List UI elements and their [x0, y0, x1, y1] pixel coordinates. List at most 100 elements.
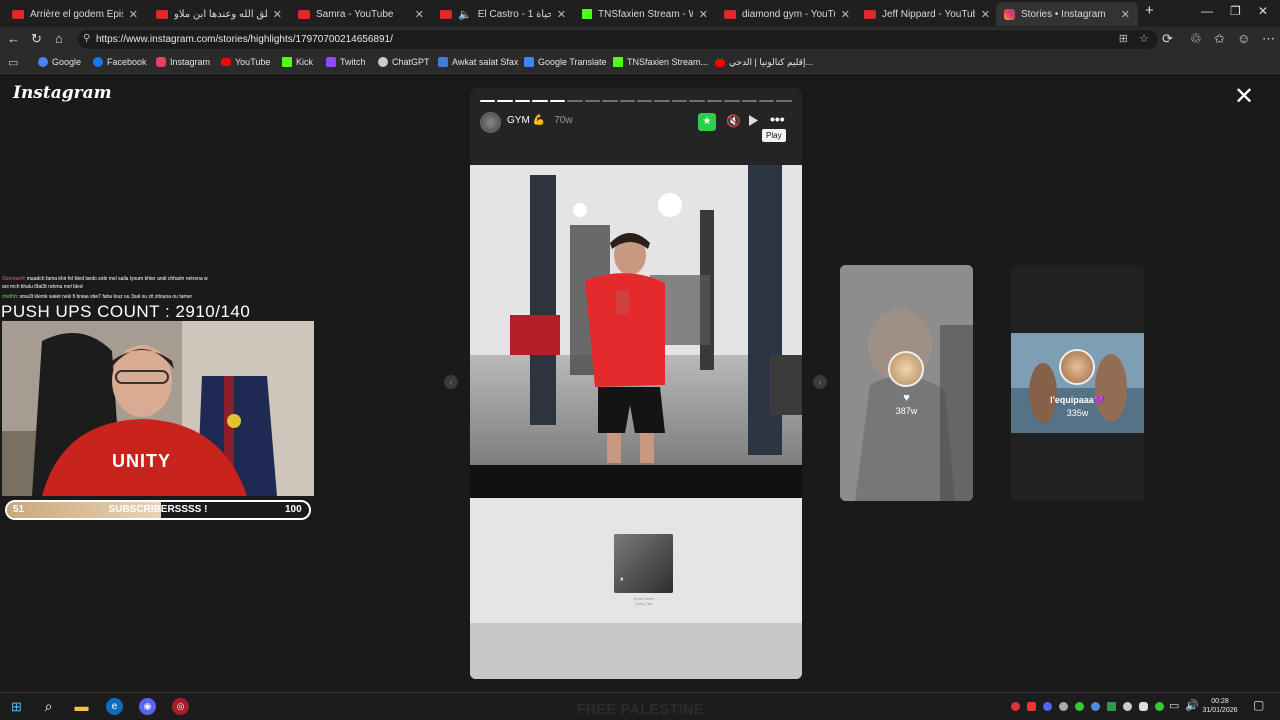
- tray-app-icon[interactable]: [1155, 702, 1164, 711]
- tray-app-icon[interactable]: [1123, 702, 1132, 711]
- more-menu-icon[interactable]: ⋯: [1262, 32, 1275, 46]
- bookmark-tnsfaxien[interactable]: TNSfaxien Stream...: [613, 57, 708, 67]
- story-age: 70w: [554, 115, 573, 126]
- favorite-star-icon[interactable]: ☆: [1139, 32, 1149, 45]
- browser-tab-active[interactable]: Stories • Instagram ✕: [996, 2, 1138, 26]
- kick-icon: [282, 57, 292, 67]
- progress-segment: [497, 100, 513, 102]
- tab-actions-icon[interactable]: ▭: [8, 56, 18, 69]
- close-tab-icon[interactable]: ✕: [981, 8, 990, 21]
- browser-tab[interactable]: أطيب خلق الله وعندها أبن ملاو ✕: [148, 2, 290, 26]
- pause-icon[interactable]: ⏸: [620, 576, 624, 584]
- close-window-icon[interactable]: ✕: [1258, 4, 1268, 18]
- new-tab-button[interactable]: +: [1145, 2, 1154, 19]
- tab-title: TNSfaxien Stream - Watch Li: [598, 8, 693, 20]
- progress-segment: [567, 100, 583, 102]
- chat-message: chelhb: sma3t klemk walet neki fi bniaa …: [2, 293, 262, 301]
- avatar: [1059, 349, 1095, 385]
- speaker-icon[interactable]: 🔈: [458, 8, 472, 21]
- bookmark-instagram[interactable]: Instagram: [156, 57, 210, 67]
- network-icon[interactable]: ▭: [1169, 699, 1179, 712]
- close-tab-icon[interactable]: ✕: [415, 8, 424, 21]
- back-icon[interactable]: ←: [7, 32, 20, 46]
- play-icon[interactable]: [749, 115, 758, 126]
- bookmark-awkat-salat[interactable]: Awkat salat Sfax: [438, 57, 518, 67]
- restore-icon[interactable]: ❐: [1230, 4, 1241, 18]
- story-username[interactable]: GYM: [507, 115, 530, 126]
- tray-app-icon[interactable]: [1059, 702, 1068, 711]
- next-story-preview[interactable]: ♥ 387w: [840, 265, 973, 501]
- file-explorer-icon[interactable]: ▬: [73, 698, 90, 715]
- bookmark-youtube[interactable]: YouTube: [221, 57, 270, 67]
- bookmark-label: إقليم كتالونيا | الدحي...: [729, 57, 813, 67]
- profile-icon[interactable]: ☺: [1237, 32, 1250, 46]
- close-tab-icon[interactable]: ✕: [841, 8, 850, 21]
- more-options-icon[interactable]: •••: [770, 111, 785, 127]
- music-sticker[interactable]: ⏸: [614, 534, 673, 593]
- bookmark-catalonia[interactable]: إقليم كتالونيا | الدحي...: [715, 57, 813, 68]
- tray-app-icon[interactable]: [1107, 702, 1116, 711]
- next-story-preview[interactable]: l'equipaaa💜 335w: [1011, 265, 1144, 501]
- home-icon[interactable]: ⌂: [55, 32, 63, 46]
- site-info-icon[interactable]: ⚲: [83, 33, 90, 44]
- chat-user: chelhb: [2, 294, 17, 300]
- browser-tab[interactable]: Arrière el godem Épisode 05 ✕: [4, 2, 146, 26]
- close-tab-icon[interactable]: ✕: [699, 8, 708, 21]
- chat-text: : sma3t klemk walet neki fi bniaa sbe7 f…: [16, 294, 193, 300]
- notifications-icon[interactable]: ▢: [1253, 698, 1264, 712]
- url-field[interactable]: ⚲ https://www.instagram.com/stories/high…: [78, 30, 1158, 49]
- bookmark-label: Instagram: [170, 57, 211, 67]
- story-user[interactable]: GYM 💪 70w: [507, 115, 573, 126]
- windows-start-icon[interactable]: ⊞: [8, 698, 25, 715]
- chat-message: l3amouri4: maadch fama khir fel bled tar…: [2, 275, 262, 283]
- performance-icon[interactable]: ♲: [1190, 32, 1202, 46]
- mute-icon[interactable]: 🔇: [726, 114, 741, 128]
- bookmark-label: TNSfaxien Stream...: [627, 57, 709, 67]
- bookmark-google[interactable]: Google: [38, 57, 81, 67]
- bookmark-google-translate[interactable]: Google Translate: [524, 57, 607, 67]
- clock[interactable]: 00:28 31/01/2026: [1200, 697, 1240, 715]
- app-available-icon[interactable]: ⊞: [1119, 32, 1128, 45]
- subscriber-goal-label: SUBSCRIBERSSSS !: [108, 504, 208, 515]
- instagram-logo[interactable]: Instagram: [13, 83, 112, 103]
- next-story-button[interactable]: ›: [813, 375, 827, 389]
- favorites-icon[interactable]: ✩: [1214, 32, 1225, 46]
- bookmark-twitch[interactable]: Twitch: [326, 57, 366, 67]
- extensions-icon[interactable]: ⟳: [1162, 32, 1173, 46]
- bookmark-kick[interactable]: Kick: [282, 57, 313, 67]
- subscriber-goal: 100: [285, 504, 302, 515]
- close-tab-icon[interactable]: ✕: [129, 8, 138, 21]
- browser-tab[interactable]: Samra - YouTube ✕: [290, 2, 432, 26]
- obs-icon[interactable]: ◎: [172, 698, 189, 715]
- story-photo: [470, 165, 802, 498]
- search-icon[interactable]: ⌕: [40, 698, 57, 715]
- close-icon[interactable]: ✕: [1234, 85, 1254, 109]
- browser-tab[interactable]: Jeff Nippard - YouTube ✕: [856, 2, 998, 26]
- tray-app-icon[interactable]: [1075, 702, 1084, 711]
- tray-discord-icon[interactable]: [1043, 702, 1052, 711]
- tray-steam-icon[interactable]: [1091, 702, 1100, 711]
- bookmark-facebook[interactable]: Facebook: [93, 57, 147, 67]
- volume-icon[interactable]: 🔊: [1185, 699, 1199, 712]
- progress-segment: [759, 100, 775, 102]
- browser-tab[interactable]: diamond gym - YouTube ✕: [716, 2, 858, 26]
- tray-record-icon[interactable]: [1027, 702, 1036, 711]
- youtube-icon: [715, 58, 725, 67]
- discord-icon[interactable]: ◉: [139, 698, 156, 715]
- microphone-icon[interactable]: [1139, 702, 1148, 711]
- edge-browser-icon[interactable]: e: [106, 698, 123, 715]
- close-tab-icon[interactable]: ✕: [273, 8, 282, 21]
- browser-tab[interactable]: 🔈 El Castro - 1 فلسفة الحياة ✕: [432, 2, 574, 26]
- minimize-icon[interactable]: —: [1201, 4, 1213, 18]
- close-tab-icon[interactable]: ✕: [1121, 8, 1130, 21]
- previous-story-button[interactable]: ‹: [444, 375, 458, 389]
- tray-app-icon[interactable]: [1011, 702, 1020, 711]
- story-viewer[interactable]: GYM 💪 70w ★ 🔇 ••• Play ⏸ Artist Name Son…: [470, 88, 802, 679]
- progress-segment: [549, 100, 566, 102]
- avatar[interactable]: [480, 112, 501, 133]
- bookmark-chatgpt[interactable]: ChatGPT: [378, 57, 430, 67]
- close-tab-icon[interactable]: ✕: [557, 8, 566, 21]
- reload-icon[interactable]: ↻: [31, 32, 42, 46]
- instagram-icon: [156, 57, 166, 67]
- browser-tab[interactable]: TNSfaxien Stream - Watch Li ✕: [574, 2, 716, 26]
